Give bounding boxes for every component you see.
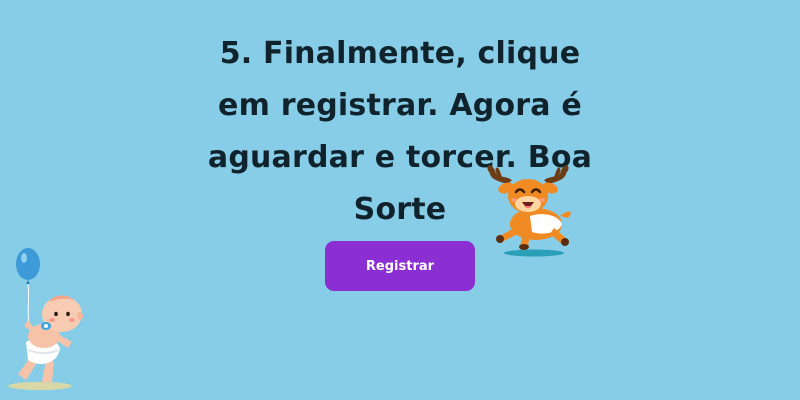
baby-with-balloon-illustration [0, 240, 92, 395]
register-button[interactable]: Registrar [325, 241, 475, 291]
moose-mascot-illustration [478, 158, 580, 262]
slide-canvas: 5. Finalmente, clique em registrar. Agor… [0, 0, 800, 400]
